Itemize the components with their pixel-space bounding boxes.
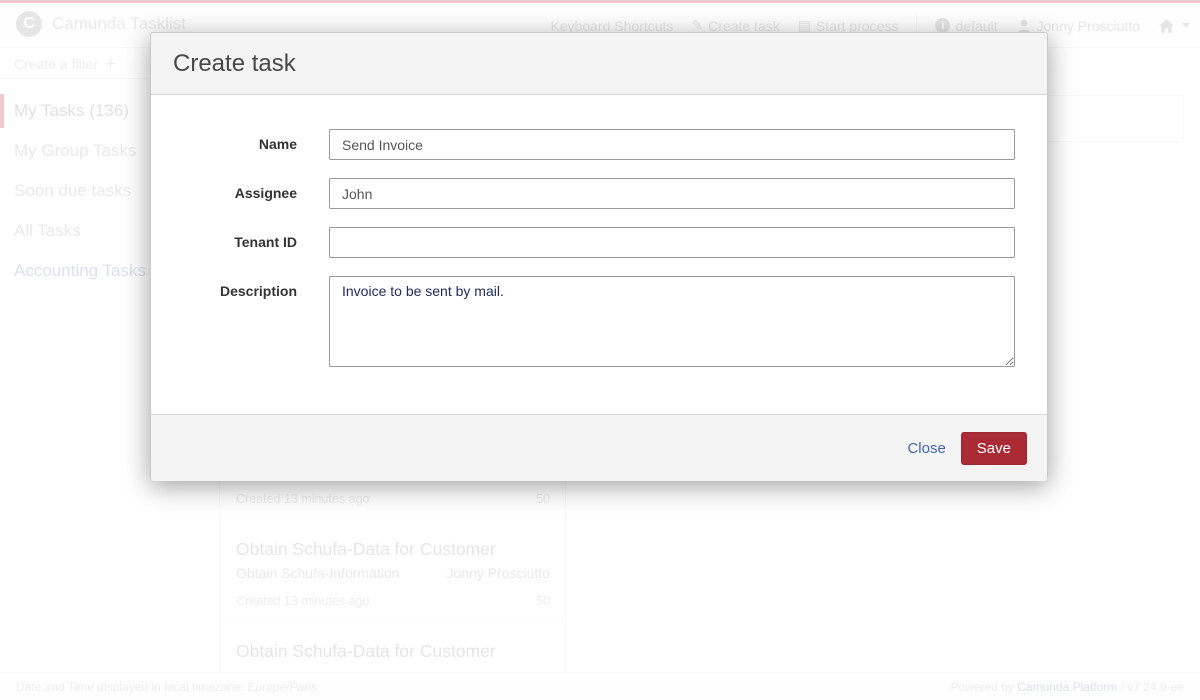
description-field[interactable]: Invoice to be sent by mail. — [329, 276, 1015, 367]
close-button[interactable]: Close — [907, 440, 945, 457]
tenant-id-field[interactable] — [329, 227, 1015, 258]
description-label: Description — [171, 276, 297, 307]
tenant-id-label: Tenant ID — [171, 227, 297, 258]
save-button[interactable]: Save — [961, 432, 1027, 465]
modal-title: Create task — [173, 50, 296, 78]
assignee-field[interactable] — [329, 178, 1015, 209]
name-field[interactable] — [329, 129, 1015, 160]
create-task-modal: Create task Name Assignee Tenant ID Desc… — [150, 32, 1048, 480]
camunda-tasklist-app: C Camunda Tasklist Keyboard Shortcuts ✎ … — [0, 0, 1200, 700]
modal-header: Create task — [151, 33, 1047, 95]
name-label: Name — [171, 129, 297, 160]
assignee-label: Assignee — [171, 178, 297, 209]
modal-footer: Close Save — [151, 414, 1047, 481]
